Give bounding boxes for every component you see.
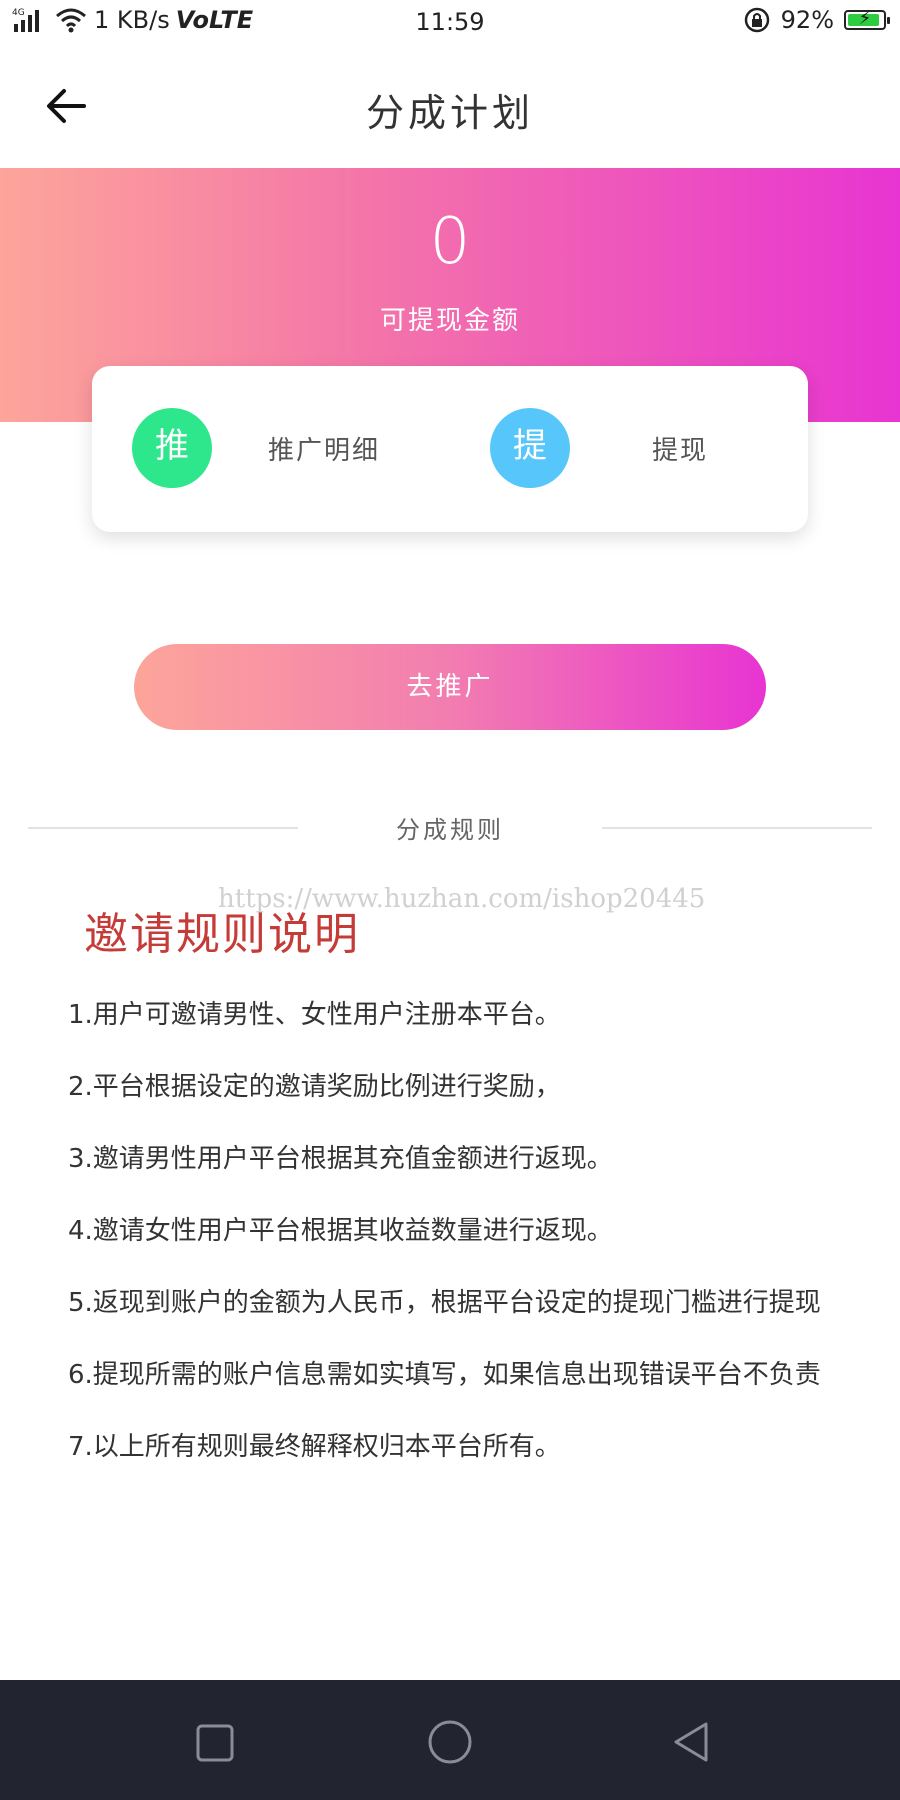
system-nav-bar	[0, 1680, 900, 1800]
rule-item-7: 7.以上所有规则最终解释权归本平台所有。	[68, 1432, 561, 1462]
withdraw-link[interactable]: 提现	[652, 430, 708, 467]
circle-icon[interactable]	[426, 1718, 474, 1766]
withdrawable-amount-label: 可提现金额	[379, 306, 520, 336]
app-header: 分成计划	[0, 46, 900, 168]
rule-item-3: 3.邀请男性用户平台根据其充值金额进行返现。	[68, 1144, 613, 1174]
battery-charging-icon: ⚡	[844, 9, 890, 30]
rules-list: 1.用户可邀请男性、女性用户注册本平台。 2.平台根据设定的邀请奖励比例进行奖励…	[68, 990, 856, 1494]
go-promote-button[interactable]: 去推广	[134, 644, 766, 730]
action-card: 推 推广明细 提 提现	[92, 366, 808, 532]
rule-item-6: 6.提现所需的账户信息需如实填写，如果信息出现错误平台不负责	[68, 1360, 821, 1390]
rule-item-4: 4.邀请女性用户平台根据其收益数量进行返现。	[68, 1216, 613, 1246]
status-right: 92% ⚡	[743, 6, 890, 34]
status-bar: 4G 1 KB/s VoLTE 11:59 92% ⚡	[0, 0, 900, 46]
watermark: https://www.huzhan.com/ishop20445	[218, 884, 706, 914]
rule-item-5: 5.返现到账户的金额为人民币，根据平台设定的提现门槛进行提现	[68, 1288, 821, 1318]
withdraw-icon[interactable]: 提	[490, 408, 570, 488]
triangle-back-icon[interactable]	[668, 1718, 716, 1766]
page-title: 分成计划	[365, 91, 534, 135]
withdrawable-amount: 0	[429, 205, 471, 279]
promotion-details-icon[interactable]: 推	[132, 408, 212, 488]
promotion-details-link[interactable]: 推广明细	[268, 430, 380, 467]
divider-right	[602, 827, 872, 829]
rule-item-2: 2.平台根据设定的邀请奖励比例进行奖励，	[68, 1072, 561, 1102]
rotation-lock-icon	[744, 7, 769, 33]
battery-percent: 92%	[780, 6, 834, 34]
square-icon[interactable]	[190, 1718, 238, 1766]
rule-item-1: 1.用户可邀请男性、女性用户注册本平台。	[68, 1000, 561, 1030]
